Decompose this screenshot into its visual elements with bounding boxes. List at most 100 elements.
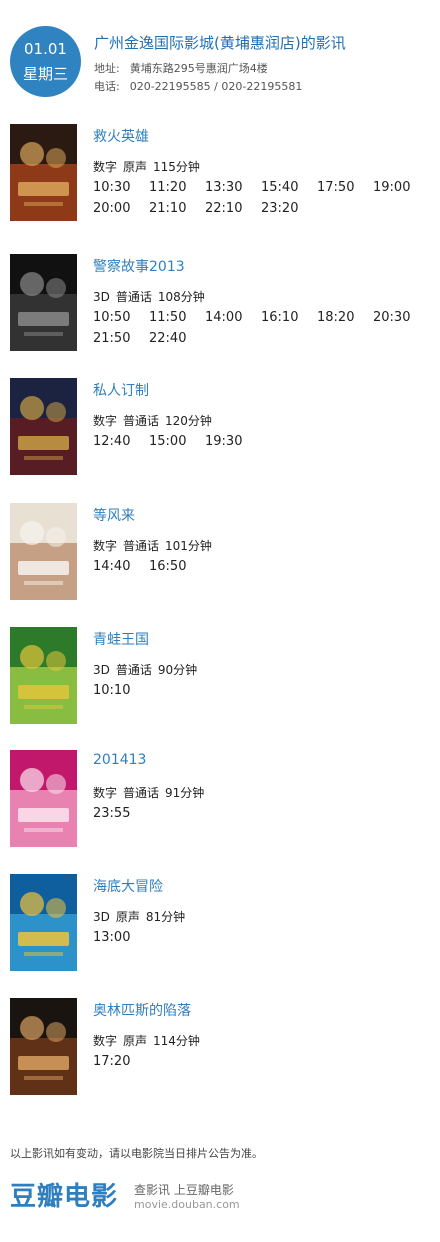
movie-item: 私人订制 数字 普通话 120分钟 12:40 15:00 19:30 [10, 378, 430, 478]
brand-slogan: 查影讯 上豆瓣电影 [134, 1183, 234, 1197]
showtime[interactable]: 21:10 [149, 200, 205, 218]
movie-language: 原声 [123, 160, 148, 174]
movie-duration: 81分钟 [145, 910, 186, 924]
movie-duration: 114分钟 [153, 1034, 200, 1048]
movie-info: 3D 原声 81分钟 [93, 908, 191, 925]
showtime[interactable]: 10:10 [93, 682, 149, 700]
showtime[interactable]: 19:00 [373, 179, 429, 197]
douban-brand: 豆瓣电影 查影讯 上豆瓣电影 movie.douban.com [10, 1176, 430, 1216]
showtime[interactable]: 22:40 [149, 330, 205, 348]
movie-title[interactable]: 奥林匹斯的陷落 [93, 1000, 191, 1020]
movie-poster[interactable] [10, 124, 77, 221]
movie-info: 数字 普通话 120分钟 [93, 412, 218, 429]
movie-format: 数字 [93, 786, 118, 800]
showtime[interactable]: 15:40 [261, 179, 317, 197]
movie-duration: 115分钟 [153, 160, 200, 174]
showtimes: 23:55 [93, 802, 433, 823]
movie-format: 3D [93, 663, 110, 677]
movie-format: 数字 [93, 160, 118, 174]
showtime[interactable]: 22:10 [205, 200, 261, 218]
movie-poster[interactable] [10, 998, 77, 1095]
movie-info: 3D 普通话 108分钟 [93, 288, 211, 305]
showtimes: 17:20 [93, 1050, 433, 1071]
showtime[interactable]: 20:00 [93, 200, 149, 218]
movie-format: 数字 [93, 1034, 118, 1048]
movie-language: 普通话 [123, 786, 160, 800]
movie-info: 数字 普通话 91分钟 [93, 784, 210, 801]
movie-info: 3D 普通话 90分钟 [93, 661, 203, 678]
showtime[interactable]: 16:50 [149, 558, 205, 576]
showtime[interactable]: 11:20 [149, 179, 205, 197]
movie-info: 数字 原声 115分钟 [93, 158, 206, 175]
movie-title[interactable]: 海底大冒险 [93, 876, 163, 896]
movie-item: 警察故事2013 3D 普通话 108分钟 10:50 11:50 14:00 16:10 18… [10, 254, 430, 354]
douban-movie-logo[interactable]: 豆瓣电影 [10, 1176, 118, 1213]
cinema-title[interactable]: 广州金逸国际影城(黄埔惠润店)的影讯 [94, 32, 346, 53]
date-text: 01.01 [24, 40, 67, 58]
movie-title[interactable]: 等风来 [93, 505, 135, 525]
showtime[interactable]: 23:55 [93, 805, 149, 823]
movie-poster[interactable] [10, 874, 77, 971]
showtime[interactable]: 19:30 [205, 433, 261, 451]
address-label: 地址: [94, 62, 120, 75]
showtime[interactable]: 14:40 [93, 558, 149, 576]
showtime[interactable]: 15:00 [149, 433, 205, 451]
cinema-phone: 电话: 020-22195585 / 020-22195581 [94, 78, 302, 94]
movie-format: 3D [93, 290, 110, 304]
movie-language: 普通话 [115, 290, 152, 304]
movie-duration: 108分钟 [157, 290, 205, 304]
showtime[interactable]: 17:50 [317, 179, 373, 197]
movie-info: 数字 普通话 101分钟 [93, 537, 218, 554]
showtime[interactable]: 10:50 [93, 309, 149, 327]
movie-poster[interactable] [10, 378, 77, 475]
showtime[interactable]: 16:10 [261, 309, 317, 327]
movie-poster[interactable] [10, 627, 77, 724]
movie-item: 等风来数字 普通话 101分钟 14:40 16:50 [10, 503, 430, 603]
movie-title[interactable]: 青蛙王国 [93, 629, 149, 649]
showtime[interactable]: 13:30 [205, 179, 261, 197]
movie-duration: 120分钟 [165, 414, 212, 428]
brand-url[interactable]: movie.douban.com [134, 1198, 240, 1211]
movie-duration: 90分钟 [157, 663, 198, 677]
movie-language: 普通话 [115, 663, 152, 677]
movie-language: 普通话 [123, 414, 160, 428]
phone-label: 电话: [94, 80, 120, 93]
movie-poster[interactable] [10, 254, 77, 351]
showtime[interactable]: 10:30 [93, 179, 149, 197]
showtimes: 10:10 [93, 679, 433, 700]
cinema-header: 01.01 星期三 广州金逸国际影城(黄埔惠润店)的影讯 地址: 黄埔东路295号… [10, 26, 430, 102]
movie-format: 3D [93, 910, 110, 924]
movie-format: 数字 [93, 539, 118, 553]
movie-title[interactable]: 救火英雄 [93, 126, 149, 146]
movie-item: 奥林匹斯的陷落数字 原声 114分钟 17:20 [10, 998, 430, 1098]
weekday-text: 星期三 [22, 65, 68, 83]
movie-language: 普通话 [123, 539, 160, 553]
movie-duration: 101分钟 [165, 539, 212, 553]
showtime[interactable]: 23:20 [261, 200, 317, 218]
showtime[interactable]: 13:00 [93, 929, 149, 947]
showtimes: 12:40 15:00 19:30 [93, 430, 433, 451]
showtime[interactable]: 18:20 [317, 309, 373, 327]
movie-title[interactable]: 警察故事2013 [93, 256, 185, 276]
date-badge: 01.01 星期三 [10, 26, 81, 97]
showtime[interactable]: 17:20 [93, 1053, 149, 1071]
schedule-note: 以上影讯如有变动，请以电影院当日排片公告为准。 [10, 1147, 263, 1160]
movie-title[interactable]: 私人订制 [93, 380, 149, 400]
movie-language: 原声 [123, 1034, 148, 1048]
address-value: 黄埔东路295号惠润广场4楼 [129, 62, 268, 75]
showtimes: 14:40 16:50 [93, 555, 433, 576]
showtime[interactable]: 14:00 [205, 309, 261, 327]
showtimes: 10:30 11:20 13:30 15:40 17:50 19:00 20:00 21:10… [93, 176, 433, 218]
movie-duration: 91分钟 [165, 786, 205, 800]
movie-poster[interactable] [10, 750, 77, 847]
movie-poster[interactable] [10, 503, 77, 600]
showtime[interactable]: 11:50 [149, 309, 205, 327]
movie-info: 数字 原声 114分钟 [93, 1032, 206, 1049]
movie-item: 青蛙王国 3D 普通话 90分钟 10:10 [10, 627, 430, 727]
movie-title[interactable]: 201413 [93, 752, 146, 768]
showtime[interactable]: 21:50 [93, 330, 149, 348]
phone-value: 020-22195585 / 020-22195581 [129, 80, 303, 93]
showtime[interactable]: 20:30 [373, 309, 429, 327]
showtime[interactable]: 12:40 [93, 433, 149, 451]
movie-item: 201413 数字 普通话 91分钟 23:55 [10, 750, 430, 850]
